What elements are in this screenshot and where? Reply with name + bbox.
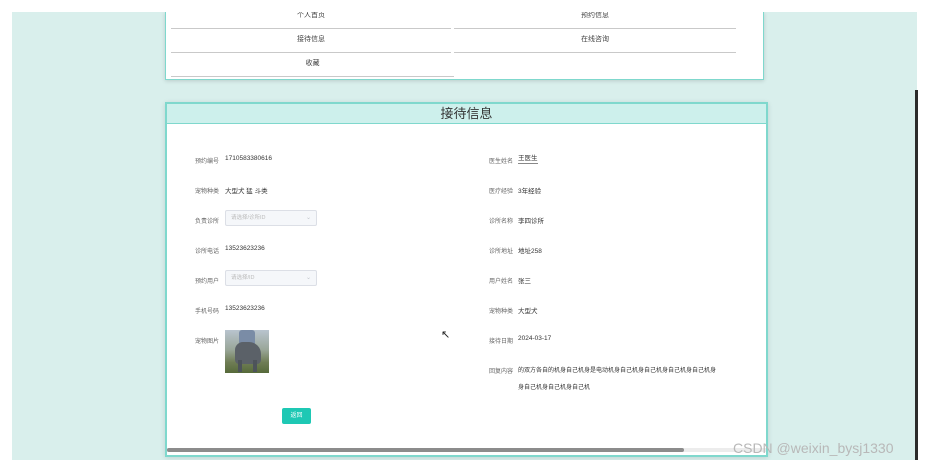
card-title: 接待信息 (167, 104, 766, 124)
menu-item-reception[interactable]: 接待信息 (171, 29, 451, 53)
app-background: 个人首页 预约信息 接待信息 在线咨询 收藏 接待信息 预约编号 1710583… (12, 12, 917, 460)
user-name-value: 张三 (518, 278, 531, 285)
experience-label: 医疗经验 (489, 189, 514, 195)
doctor-name-label: 医生姓名 (489, 159, 514, 165)
reply-value-line1: 的双方各自的机身自己机身是电动机身自己机身自己机身自己机身自己机身 (518, 368, 717, 374)
user-select-placeholder: 请选择/ID (231, 275, 255, 281)
horizontal-scrollbar[interactable] (167, 448, 766, 452)
mouse-cursor-icon: ↖ (441, 329, 451, 341)
photo-dog-leg (238, 360, 242, 372)
reply-label: 回复内容 (489, 369, 514, 375)
watermark: CSDN @weixin_bysj1330 (733, 440, 894, 456)
pet-type-label: 宠物种类 (195, 189, 220, 195)
reception-date-value: 2024-03-17 (518, 335, 552, 342)
menu-item-home[interactable]: 个人首页 (171, 12, 451, 29)
menu-item-appointments[interactable]: 预约信息 (454, 12, 736, 29)
animal-type-label: 宠物种类 (489, 309, 514, 315)
menu-item-favorites[interactable]: 收藏 (171, 53, 454, 77)
chevron-down-icon: ⌄ (305, 275, 311, 281)
pet-photo[interactable] (225, 330, 269, 373)
pet-type-value: 大型犬 猛 斗类 (225, 188, 268, 195)
chevron-down-icon: ⌄ (305, 215, 311, 221)
window-edge (915, 90, 918, 460)
reply-value-line2: 身自己机身自己机身自己机 (518, 385, 591, 391)
photo-dog-leg (253, 360, 257, 372)
appointment-no-label: 预约编号 (195, 159, 220, 165)
clinic-phone-label: 诊所电话 (195, 249, 220, 255)
clinic-select-label: 负责诊所 (195, 219, 220, 225)
phone-value: 13523623236 (225, 305, 265, 312)
user-name-label: 用户姓名 (489, 279, 514, 285)
experience-value: 3年经验 (518, 188, 542, 195)
clinic-name-value: 李四诊所 (518, 218, 544, 225)
user-menu-card: 个人首页 预约信息 接待信息 在线咨询 收藏 (165, 12, 764, 80)
clinic-address-value: 地址258 (518, 248, 542, 255)
animal-type-value: 大型犬 (518, 308, 538, 315)
user-select-label: 预约用户 (195, 279, 220, 285)
reception-date-label: 接待日期 (489, 339, 514, 345)
user-select[interactable]: 请选择/ID ⌄ (225, 270, 317, 286)
clinic-name-label: 诊所名称 (489, 219, 514, 225)
phone-label: 手机号码 (195, 309, 220, 315)
doctor-name-value: 王医生 (518, 155, 538, 164)
menu-item-consult[interactable]: 在线咨询 (454, 29, 736, 53)
appointment-no-value: 1710583380616 (225, 155, 272, 162)
scrollbar-thumb[interactable] (167, 448, 684, 452)
back-button[interactable]: 返回 (282, 408, 311, 424)
clinic-address-label: 诊所地址 (489, 249, 514, 255)
clinic-select[interactable]: 请选择/诊所ID ⌄ (225, 210, 317, 226)
pet-image-label: 宠物图片 (195, 339, 220, 345)
clinic-select-placeholder: 请选择/诊所ID (231, 215, 266, 221)
clinic-phone-value: 13523623236 (225, 245, 265, 252)
reception-detail-card: 接待信息 预约编号 1710583380616 宠物种类 大型犬 猛 斗类 负责… (165, 102, 768, 457)
